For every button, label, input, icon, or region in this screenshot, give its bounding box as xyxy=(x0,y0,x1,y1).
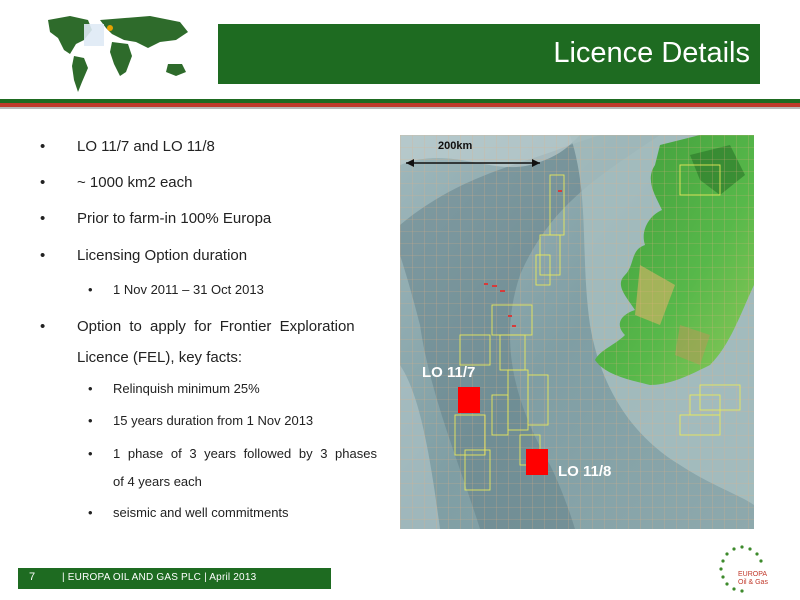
header-stripe-grey xyxy=(0,107,800,109)
logo-line1: EUROPA xyxy=(738,571,767,578)
europa-logo: EUROPA Oil & Gas xyxy=(719,545,768,593)
licence-block-lo-11-8[interactable] xyxy=(526,449,548,475)
licence-label-lo-11-8: LO 11/8 xyxy=(558,463,611,480)
footer-bar: 7 | EUROPA OIL AND GAS PLC | April 2013 xyxy=(18,568,331,589)
licence-label-lo-11-7: LO 11/7 xyxy=(422,364,475,381)
slide-title: Licence Details xyxy=(553,37,750,69)
licence-block-lo-11-7[interactable] xyxy=(458,387,480,413)
logo-line2: Oil & Gas xyxy=(738,579,768,586)
map-graphic: 200km LO 11/7 LO 11/8 xyxy=(400,135,754,529)
scale-label: 200km xyxy=(438,140,472,152)
licence-map: 200km LO 11/7 LO 11/8 xyxy=(400,135,754,529)
world-map-logo xyxy=(40,10,195,95)
footer-text: | EUROPA OIL AND GAS PLC | April 2013 xyxy=(62,572,257,583)
title-bar: Licence Details xyxy=(218,24,760,84)
page-number: 7 xyxy=(29,571,36,583)
